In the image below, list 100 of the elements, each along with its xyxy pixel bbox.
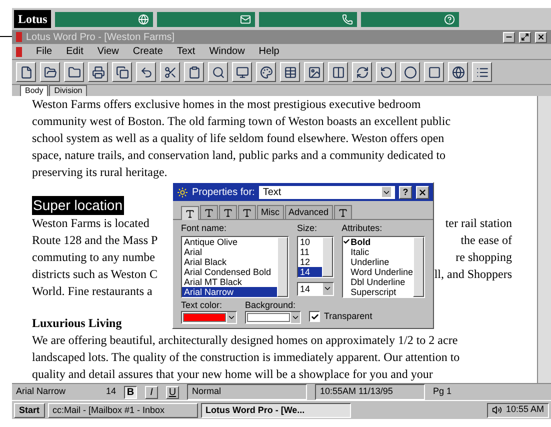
toolbar-button[interactable]	[136, 62, 156, 82]
font-item[interactable]: Antique Olive	[182, 236, 277, 246]
dialog-tab[interactable]	[334, 205, 352, 219]
toolbar-button[interactable]	[160, 62, 180, 82]
square-icon	[428, 66, 440, 78]
dialog-tab[interactable]: Advanced	[284, 205, 333, 219]
dialog-tab[interactable]	[238, 205, 256, 219]
drawer-icon	[240, 14, 252, 24]
close-button[interactable]	[416, 186, 429, 198]
bold-toggle[interactable]: B	[124, 386, 137, 398]
menu-item[interactable]: Help	[258, 44, 280, 59]
division-tab[interactable]: Body	[20, 85, 48, 96]
close-button[interactable]	[535, 32, 547, 42]
color-dropdown[interactable]	[181, 310, 237, 324]
toolbar-button[interactable]	[16, 62, 36, 82]
taskbar-task[interactable]: Lotus Word Pro - [We...	[200, 402, 351, 418]
size-item[interactable]: 14	[298, 266, 322, 276]
dialog-tab[interactable]: Misc	[257, 205, 284, 219]
speaker-icon[interactable]	[492, 405, 502, 415]
font-item[interactable]: Arial MT Black	[182, 276, 277, 286]
dialog-tab[interactable]	[200, 205, 218, 219]
underline-toggle[interactable]: U	[166, 386, 179, 398]
format-icon	[338, 208, 348, 218]
size-item[interactable]: 12	[298, 256, 322, 266]
smartcenter-drawer[interactable]	[157, 12, 256, 26]
transparent-checkbox[interactable]	[309, 311, 320, 322]
font-status[interactable]: Arial Narrow	[16, 385, 86, 399]
dialog-tab[interactable]	[181, 206, 199, 220]
toolbar-button[interactable]	[232, 62, 252, 82]
color-dropdown[interactable]	[245, 310, 301, 324]
size-spinner[interactable]: 14	[296, 282, 334, 296]
size-status[interactable]: 14	[94, 385, 116, 399]
toolbar-button[interactable]	[376, 62, 396, 82]
scrollbar[interactable]	[413, 236, 424, 296]
toolbar-button[interactable]	[304, 62, 324, 82]
drawer-icon	[444, 14, 456, 24]
lotus-logo[interactable]: Lotus	[14, 10, 52, 28]
font-item[interactable]: Arial Condensed Bold	[182, 266, 277, 276]
maximize-button[interactable]	[519, 32, 531, 42]
menu-item[interactable]: Edit	[66, 44, 84, 59]
attribute-item[interactable]: Dbl Underline	[350, 276, 406, 286]
toolbar-button[interactable]	[208, 62, 228, 82]
toolbar-button[interactable]	[448, 62, 468, 82]
toolbar-button[interactable]	[280, 62, 300, 82]
toolbar-button[interactable]	[64, 62, 84, 82]
text-line: quality and detail assures that your new home will be a showplace for you and your	[32, 366, 434, 383]
smartcenter-drawer[interactable]	[259, 12, 358, 26]
datetime-status[interactable]: 10:55AM 11/13/95	[315, 384, 425, 400]
vertical-scrollbar[interactable]	[537, 96, 551, 383]
size-item[interactable]: 11	[298, 246, 322, 256]
smartcenter-drawer[interactable]	[361, 12, 460, 26]
font-list[interactable]: Antique Olive Arial Arial Black Arial Condensed Bold Arial MT Black Arial Narrow	[181, 236, 289, 298]
italic-toggle[interactable]: I	[145, 386, 158, 398]
attribute-item[interactable]: Italic	[350, 246, 370, 256]
toolbar-button[interactable]	[88, 62, 108, 82]
toolbar-button[interactable]	[40, 62, 60, 82]
monitor-icon	[236, 66, 248, 78]
menu-item[interactable]: File	[36, 44, 52, 59]
taskbar-task[interactable]: cc:Mail - [Mailbox #1 - Inbox	[48, 402, 198, 418]
division-tab[interactable]: Division	[49, 85, 88, 96]
toolbar-button[interactable]	[472, 62, 492, 82]
dialog-tab[interactable]	[219, 205, 237, 219]
target-dropdown[interactable]: Text	[258, 186, 395, 198]
size-item[interactable]: 10	[298, 236, 322, 246]
toolbar-button[interactable]	[256, 62, 276, 82]
attribute-item[interactable]: Underline	[350, 256, 390, 266]
table-icon	[284, 66, 296, 78]
print-icon	[92, 66, 104, 78]
font-name-label: Font name:	[181, 222, 228, 235]
smartcenter-drawer[interactable]	[55, 12, 154, 26]
text-line: World. Fine restaurants a	[32, 282, 152, 300]
font-item[interactable]: Arial Narrow	[182, 286, 277, 296]
minimize-button[interactable]	[503, 32, 515, 42]
menu-item[interactable]: Create	[132, 44, 163, 59]
toolbar-button[interactable]	[184, 62, 204, 82]
start-button[interactable]: Start	[14, 402, 45, 418]
size-list[interactable]: 10 11 12 14	[296, 236, 334, 278]
toolbar-button[interactable]	[352, 62, 372, 82]
style-status[interactable]: Normal	[187, 384, 307, 400]
attribute-item[interactable]: Bold	[350, 236, 371, 246]
circle-icon	[404, 66, 416, 78]
menu-item[interactable]: Window	[209, 44, 245, 59]
toolbar-button[interactable]	[424, 62, 444, 82]
font-item[interactable]: Arial	[182, 246, 277, 256]
menu-item[interactable]: Text	[176, 44, 196, 59]
attribute-item[interactable]: Word Underline	[350, 266, 413, 276]
font-item[interactable]: Arial Black	[182, 256, 277, 266]
help-button[interactable]: ?	[399, 186, 412, 198]
toolbar-button[interactable]	[112, 62, 132, 82]
attributes-list[interactable]: Bold Italic Underline Word Underline Dbl Underline Superscript	[342, 236, 425, 298]
menu-item[interactable]: View	[97, 44, 119, 59]
transparent-label: Transparent	[324, 310, 372, 323]
page-status[interactable]: Pg 1	[433, 385, 452, 399]
toolbar-button[interactable]	[400, 62, 420, 82]
scrollbar[interactable]	[276, 236, 288, 296]
section-heading: Super location	[32, 196, 124, 215]
attribute-item[interactable]: Superscript	[350, 286, 396, 296]
leader-line	[0, 36, 12, 37]
scrollbar[interactable]	[322, 236, 333, 276]
toolbar-button[interactable]	[328, 62, 348, 82]
